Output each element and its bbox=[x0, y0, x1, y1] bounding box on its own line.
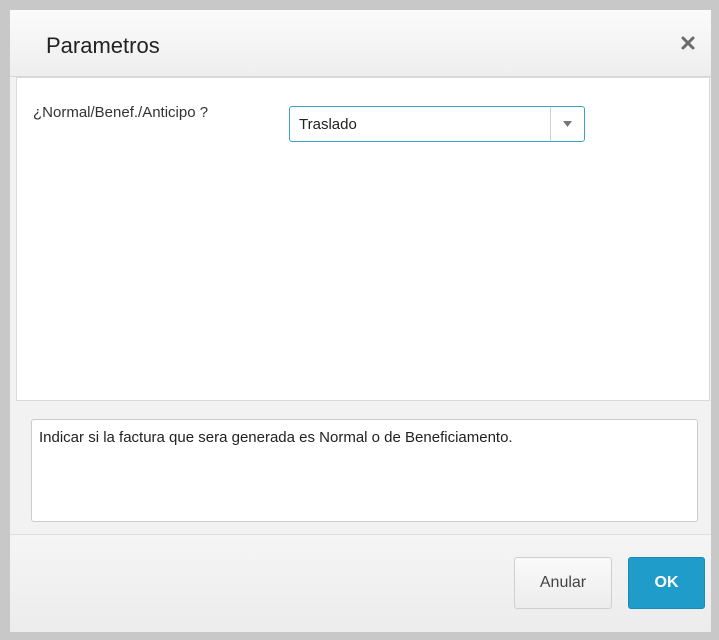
dialog-content: ¿Normal/Benef./Anticipo ? Traslado bbox=[16, 77, 710, 401]
chevron-down-icon[interactable] bbox=[551, 107, 584, 141]
ok-button[interactable]: OK bbox=[628, 557, 705, 609]
field-label: ¿Normal/Benef./Anticipo ? bbox=[33, 104, 209, 121]
help-text-box: Indicar si la factura que sera generada … bbox=[31, 419, 698, 522]
cancel-button[interactable]: Anular bbox=[514, 557, 612, 609]
close-icon[interactable] bbox=[676, 31, 700, 55]
dialog-footer: Anular OK bbox=[10, 535, 711, 632]
parameters-dialog: Parametros ¿Normal/Benef./Anticipo ? Tra… bbox=[10, 10, 711, 632]
type-select[interactable]: Traslado bbox=[289, 106, 585, 142]
select-value: Traslado bbox=[299, 116, 357, 133]
help-text: Indicar si la factura que sera generada … bbox=[39, 429, 513, 446]
dialog-title: Parametros bbox=[46, 33, 160, 58]
dialog-header: Parametros bbox=[10, 10, 711, 77]
